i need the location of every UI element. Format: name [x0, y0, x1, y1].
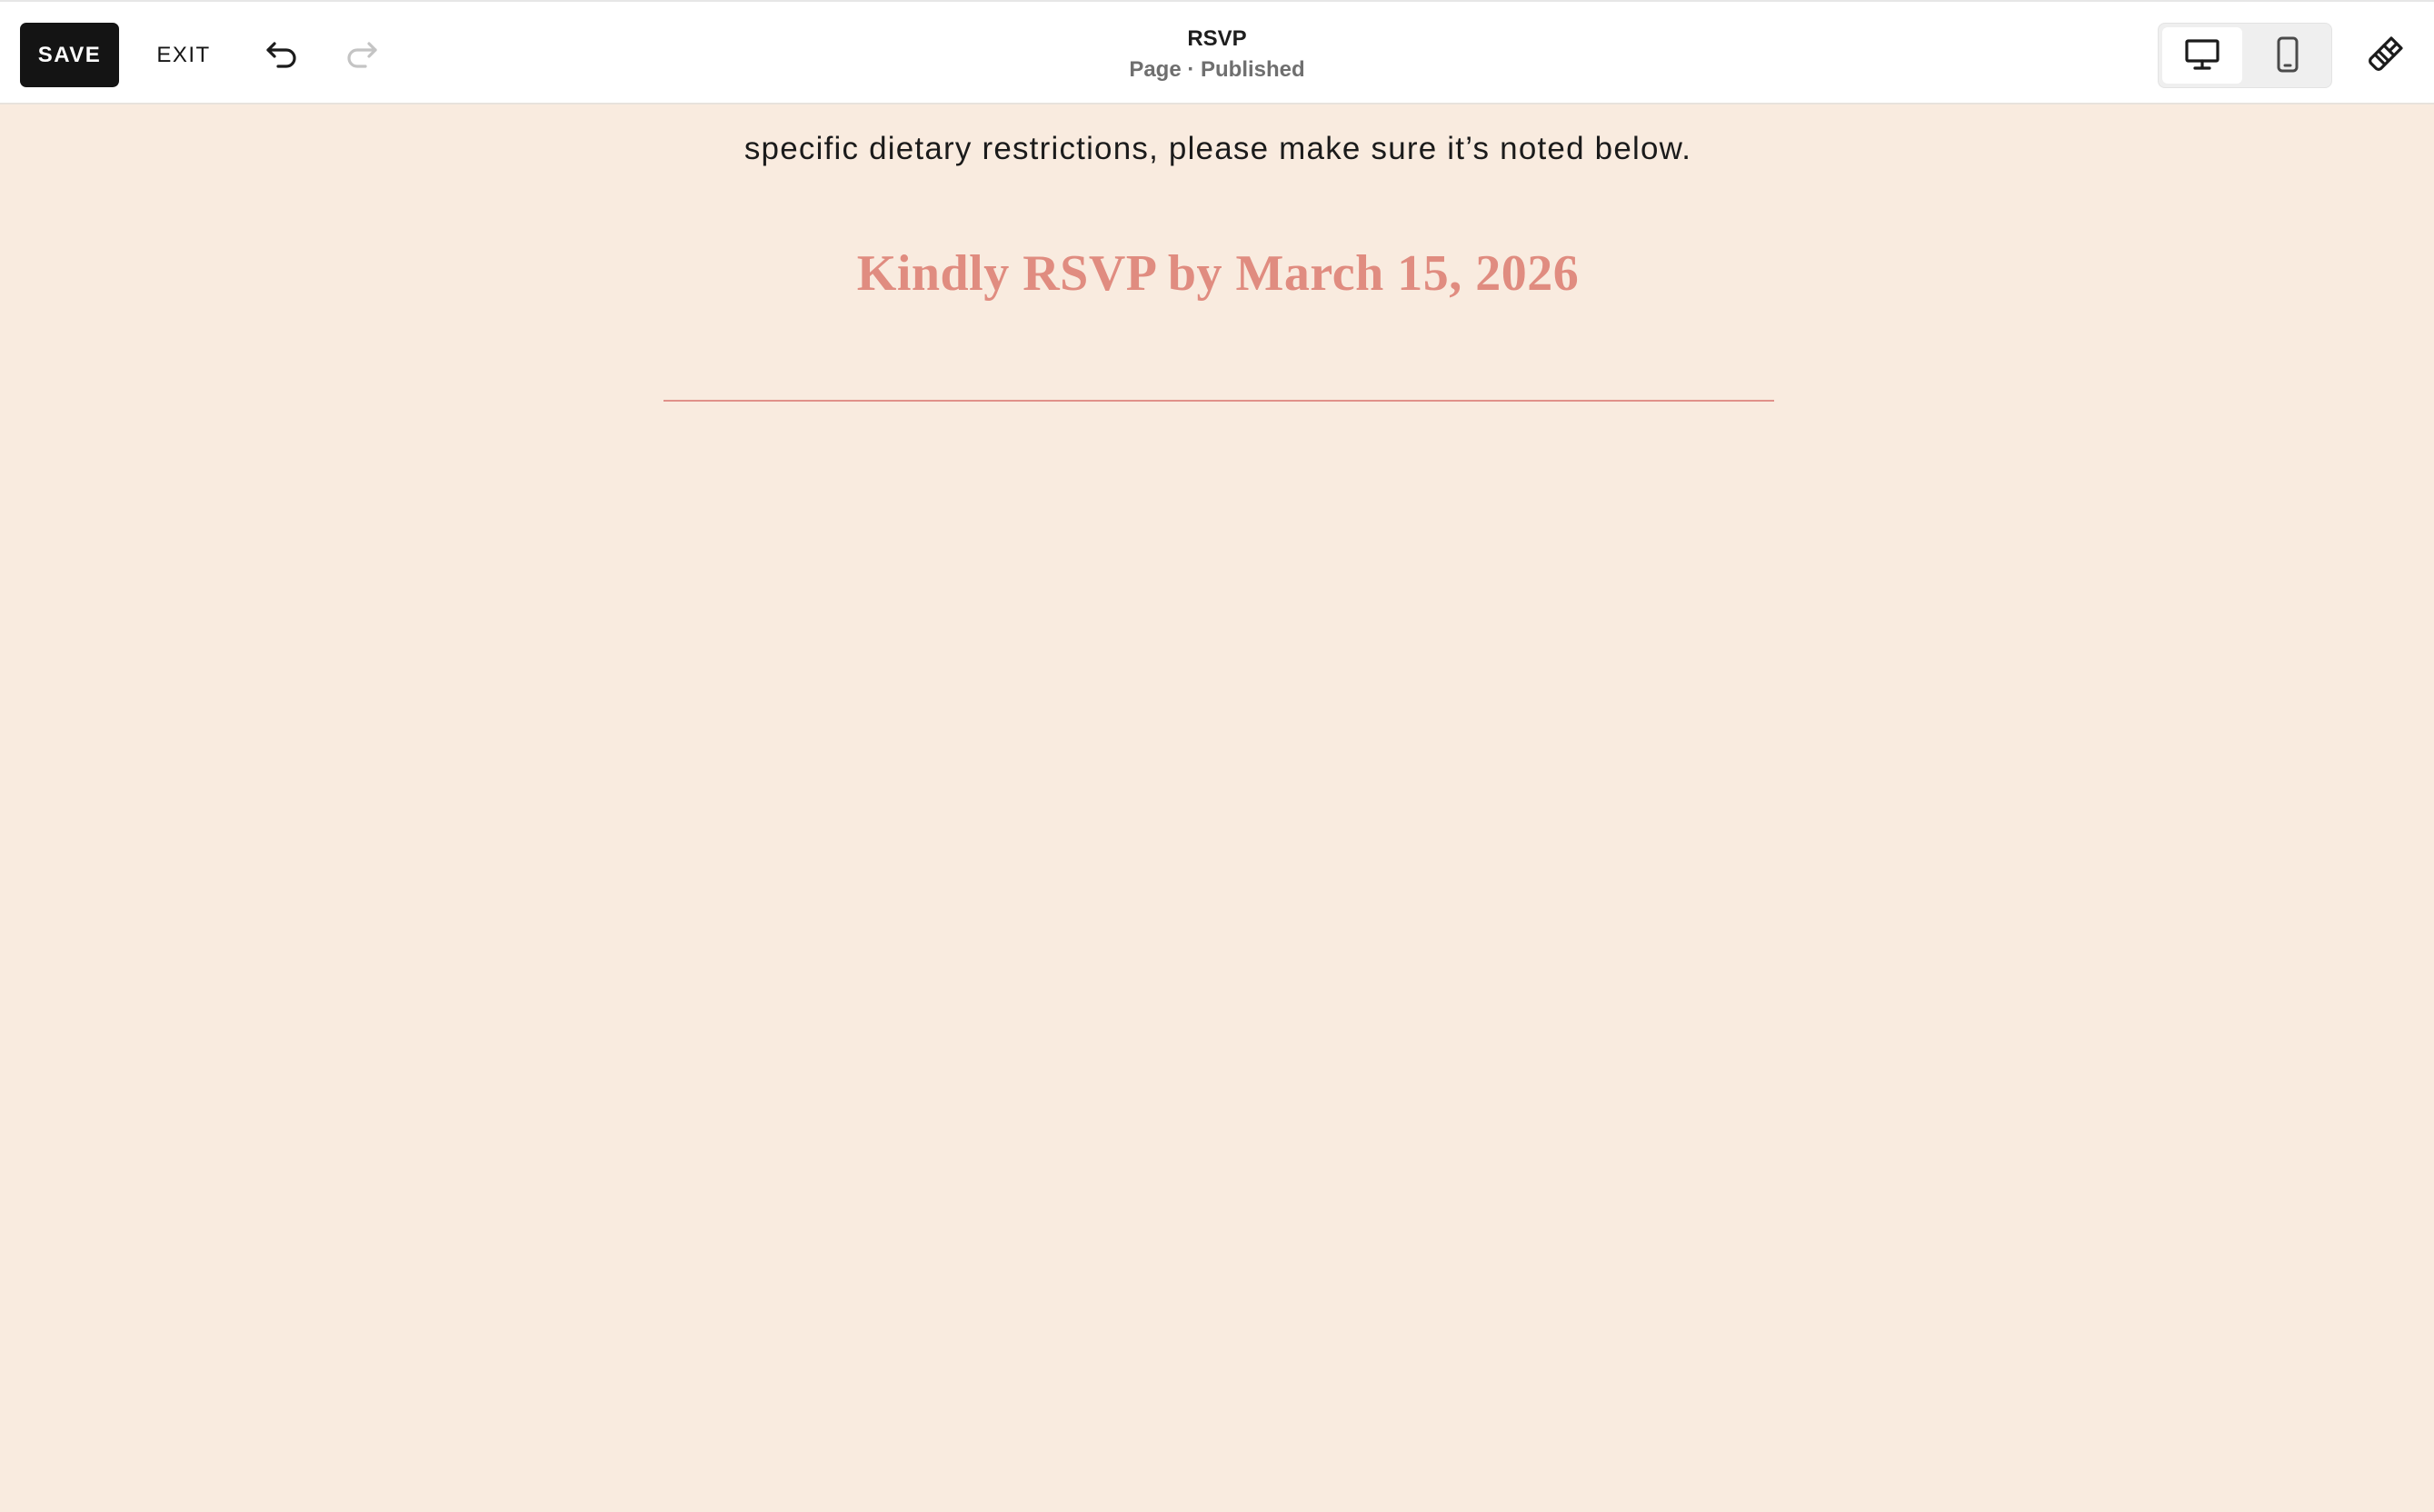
page-status: Page · Published	[1129, 57, 1305, 82]
undo-icon	[264, 36, 300, 75]
editor-toolbar: SAVE EXIT RSVP Page · Published	[0, 0, 2434, 104]
desktop-view-button[interactable]	[2162, 27, 2242, 84]
section-divider	[663, 400, 1774, 402]
desktop-icon	[2183, 36, 2221, 75]
redo-button[interactable]	[335, 29, 388, 82]
page-canvas: specific dietary restrictions, please ma…	[0, 104, 2434, 1512]
exit-button[interactable]: EXIT	[145, 23, 222, 87]
undo-button[interactable]	[255, 29, 308, 82]
site-styles-button[interactable]	[2359, 29, 2411, 82]
dietary-restrictions-text: specific dietary restrictions, please ma…	[743, 131, 1692, 166]
device-toggle	[2158, 23, 2332, 88]
redo-icon	[344, 36, 380, 75]
paintbrush-icon	[2364, 34, 2406, 78]
rsvp-deadline-heading: Kindly RSVP by March 15, 2026	[856, 245, 1580, 302]
page-title-block: RSVP Page · Published	[1035, 24, 1399, 85]
mobile-view-button[interactable]	[2248, 27, 2328, 84]
page-title: RSVP	[1187, 26, 1247, 51]
mobile-icon	[2274, 35, 2301, 76]
save-button[interactable]: SAVE	[20, 23, 119, 87]
